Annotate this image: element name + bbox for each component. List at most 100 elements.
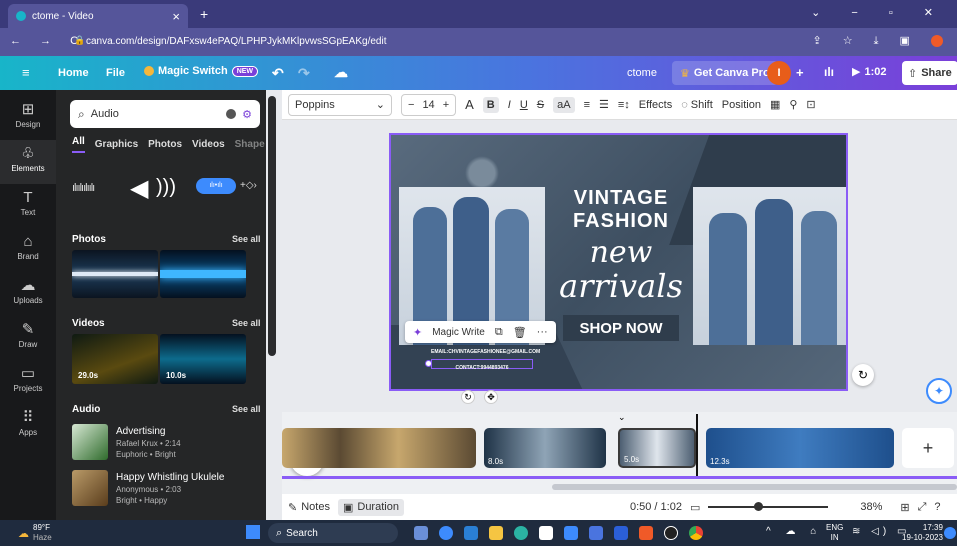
timeline-collapse-icon[interactable]: ⌄ bbox=[618, 412, 626, 423]
list-icon[interactable]: ☰ bbox=[599, 98, 609, 111]
video-thumb[interactable]: 29.0s bbox=[72, 334, 158, 384]
more-options-icon[interactable]: ··· bbox=[537, 326, 548, 338]
email-text[interactable]: EMAIL:CHVINTAGEFASHIONEE@GMAIL.COM bbox=[431, 349, 540, 355]
rail-item-elements[interactable]: ♧ Elements bbox=[0, 140, 56, 184]
zoom-slider[interactable] bbox=[708, 502, 829, 511]
rail-item-apps[interactable]: ⠿ Apps bbox=[0, 404, 56, 448]
rail-item-projects[interactable]: ▭ Projects bbox=[0, 360, 56, 404]
notes-button[interactable]: ✎ Notes bbox=[288, 501, 330, 514]
notification-icon[interactable] bbox=[944, 527, 956, 539]
new-tab-button[interactable]: + bbox=[200, 6, 208, 22]
audio-see-all[interactable]: See all bbox=[232, 404, 261, 414]
duration-button[interactable]: ▣ Duration bbox=[337, 498, 404, 516]
url-field[interactable]: canva.com/design/DAFxsw4ePAQ/LPHPJykMKlp… bbox=[86, 36, 387, 47]
tab-videos[interactable]: Videos bbox=[192, 139, 225, 150]
fullscreen-icon[interactable]: ⤢ bbox=[918, 501, 927, 514]
help-icon[interactable]: ? bbox=[934, 501, 940, 513]
browser-tab[interactable]: ctome - Video × bbox=[8, 4, 188, 28]
voice-bubble-graphic[interactable]: ılı•ılı bbox=[196, 178, 236, 194]
magic-assistant-button[interactable]: ✦ bbox=[926, 378, 952, 404]
tab-photos[interactable]: Photos bbox=[148, 139, 182, 150]
cloud-sync-icon[interactable]: ☁ bbox=[334, 64, 348, 81]
redo-icon[interactable]: ↷ bbox=[298, 65, 310, 82]
tab-shapes[interactable]: Shape bbox=[235, 139, 265, 150]
insights-icon[interactable]: ılı bbox=[824, 65, 834, 79]
photo-thumb[interactable] bbox=[72, 250, 158, 298]
weather-widget[interactable]: ☁ 89°F Haze bbox=[18, 523, 52, 543]
lock-element-icon[interactable]: ⊡ bbox=[806, 98, 815, 111]
taskbar-search[interactable]: ⌕ Search bbox=[268, 523, 398, 543]
home-button[interactable]: Home bbox=[58, 67, 89, 79]
system-tray-icons[interactable]: ^ ☁ ⌂ bbox=[766, 526, 822, 537]
clear-search-icon[interactable] bbox=[226, 109, 237, 119]
audio-item[interactable]: Happy Whistling Ukulele Anonymous • 2:03… bbox=[72, 470, 262, 510]
panel-scrollbar[interactable] bbox=[268, 96, 276, 356]
script-new[interactable]: new bbox=[551, 235, 691, 270]
italic-icon[interactable]: I bbox=[508, 99, 511, 111]
explorer-icon[interactable] bbox=[489, 526, 503, 540]
shift-button[interactable]: ◌ Shift bbox=[681, 99, 713, 111]
edge-icon[interactable] bbox=[514, 526, 528, 540]
headline-line1[interactable]: VINTAGE bbox=[551, 187, 691, 210]
align-icon[interactable]: ≡ bbox=[584, 99, 590, 111]
contact-textbox[interactable]: CONTACT:9944893476 bbox=[431, 359, 533, 371]
grid-view-icon[interactable]: ⊞ bbox=[900, 501, 909, 514]
increase-size-button[interactable]: + bbox=[443, 99, 449, 111]
page-view-icon[interactable]: ▭ bbox=[690, 501, 700, 514]
clock[interactable]: 17:39 19-10-2023 bbox=[902, 523, 943, 543]
timeline-clip[interactable]: 12.3s bbox=[706, 428, 894, 468]
search-input[interactable]: Audio bbox=[91, 108, 220, 120]
rail-item-brand[interactable]: ⌂ Brand bbox=[0, 228, 56, 272]
add-page-button[interactable]: + bbox=[902, 428, 954, 468]
timeline-clip-selected[interactable]: 5.0s bbox=[618, 428, 696, 468]
audio-arrow-graphic[interactable]: +◇› bbox=[240, 180, 257, 191]
rail-item-text[interactable]: T Text bbox=[0, 184, 56, 228]
app-icon[interactable] bbox=[614, 526, 628, 540]
photos-see-all[interactable]: See all bbox=[232, 234, 261, 244]
window-controls[interactable]: ⌄ − ▫ ✕ bbox=[811, 6, 947, 19]
tab-all[interactable]: All bbox=[72, 136, 85, 153]
search-box[interactable]: ⌕ Audio ⚙ bbox=[70, 100, 260, 128]
underline-icon[interactable]: U bbox=[520, 99, 528, 111]
tab-graphics[interactable]: Graphics bbox=[95, 139, 138, 150]
file-button[interactable]: File bbox=[106, 67, 125, 79]
move-handle[interactable]: ✥ bbox=[484, 390, 498, 404]
position-button[interactable]: Position bbox=[722, 99, 761, 111]
media-icon[interactable] bbox=[664, 526, 678, 540]
script-arrivals[interactable]: arrivals bbox=[551, 267, 691, 305]
transparency-icon[interactable]: ▦ bbox=[770, 98, 780, 111]
present-button[interactable]: ▶ 1:02 bbox=[852, 65, 887, 79]
design-canvas[interactable]: VINTAGE FASHION new arrivals SHOP NOW EM… bbox=[389, 133, 848, 391]
speaker-graphic[interactable]: ◀ bbox=[130, 174, 148, 203]
timeline-scrollbar[interactable] bbox=[552, 484, 957, 490]
get-pro-button[interactable]: ♛ Get Canva Pro bbox=[672, 61, 778, 85]
browser-actions[interactable]: ⇪ ☆ ⤓ ▣ bbox=[812, 34, 943, 48]
magic-switch-button[interactable]: Magic Switch NEW bbox=[144, 65, 259, 77]
app-icon[interactable] bbox=[589, 526, 603, 540]
timeline-clip[interactable]: 8.0s bbox=[484, 428, 606, 468]
zoom-slider-knob[interactable] bbox=[753, 502, 763, 511]
headline-line2[interactable]: FASHION bbox=[551, 210, 691, 233]
chrome-icon[interactable] bbox=[689, 526, 703, 540]
video-thumb[interactable]: 10.0s bbox=[160, 334, 246, 384]
bold-icon[interactable]: B bbox=[482, 96, 499, 113]
font-size-value[interactable]: 14 bbox=[422, 99, 434, 111]
app-icon[interactable] bbox=[439, 526, 453, 540]
app-icon[interactable] bbox=[539, 526, 553, 540]
avatar[interactable]: I bbox=[767, 61, 791, 85]
soundwave-graphic[interactable]: ılıılıılıılı bbox=[72, 182, 95, 194]
rotate-handle[interactable]: ↻ bbox=[461, 390, 475, 404]
magic-write-button[interactable]: Magic Write bbox=[432, 327, 485, 338]
audio-track[interactable] bbox=[282, 476, 957, 479]
rail-item-design[interactable]: ⊞ Design bbox=[0, 96, 56, 140]
decrease-size-button[interactable]: − bbox=[408, 99, 414, 111]
playhead[interactable] bbox=[696, 414, 698, 476]
photo-thumb[interactable] bbox=[160, 250, 246, 298]
language-indicator[interactable]: ENG IN bbox=[826, 523, 843, 543]
videos-see-all[interactable]: See all bbox=[232, 318, 261, 328]
rail-item-draw[interactable]: ✎ Draw bbox=[0, 316, 56, 360]
audio-item[interactable]: Advertising Rafael Krux • 2:14 Euphoric … bbox=[72, 424, 262, 464]
menu-icon[interactable]: ≡ bbox=[22, 65, 30, 80]
copy-icon[interactable]: ⧉ bbox=[495, 326, 503, 339]
delete-icon[interactable]: 🗑 bbox=[513, 326, 527, 339]
